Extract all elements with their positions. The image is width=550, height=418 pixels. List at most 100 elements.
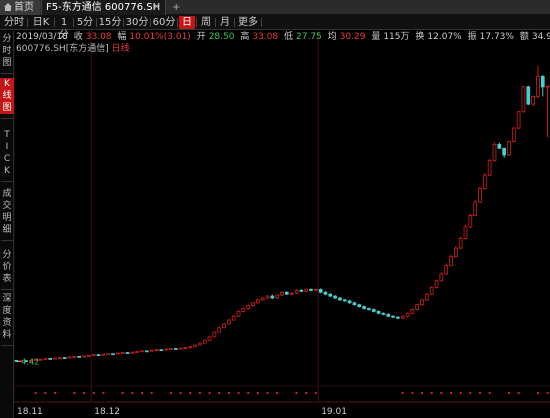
- side-nav-item-2[interactable]: TICK: [0, 129, 14, 177]
- candle-body: [376, 311, 381, 314]
- signal-dot: [34, 392, 37, 394]
- candle-body: [304, 288, 308, 292]
- candle-body: [400, 315, 405, 319]
- side-nav-item-4[interactable]: 分价表: [0, 249, 14, 285]
- candle-body: [545, 85, 550, 88]
- candle-body: [62, 357, 67, 359]
- candle-body: [453, 247, 458, 258]
- signal-dot: [305, 392, 308, 394]
- side-nav-item-1[interactable]: K线图: [0, 78, 14, 114]
- candle-body: [463, 226, 468, 239]
- period-8[interactable]: 周: [198, 16, 214, 29]
- toolbar-divider: [96, 18, 97, 27]
- candlestick-chart[interactable]: 4.4218.1118.1219.0119.0219.03: [14, 30, 550, 418]
- period-2[interactable]: 1分: [56, 16, 72, 41]
- side-nav-char: 成: [2, 189, 12, 199]
- signal-dot: [92, 392, 95, 394]
- stock-name: [东方通信]: [65, 44, 109, 54]
- candle-body: [410, 309, 415, 314]
- candle-body: [347, 300, 352, 304]
- open-value: 28.50: [208, 32, 235, 42]
- signal-dot: [227, 392, 230, 394]
- side-nav-divider: [1, 345, 13, 346]
- period-7[interactable]: 日: [179, 16, 195, 29]
- candle-body: [43, 358, 48, 360]
- period-9[interactable]: 月: [217, 16, 233, 29]
- tab-home-label: 首页: [14, 2, 34, 13]
- signal-dot: [411, 392, 414, 394]
- period-3[interactable]: 5分: [75, 16, 95, 29]
- close-label: 收: [73, 32, 83, 42]
- side-nav-char: 时: [2, 46, 12, 56]
- tab-bar: 首页 F5-东方通信 600776.SH ✕ +: [0, 0, 550, 15]
- candle-body: [425, 293, 429, 301]
- x-tick-label: 18.11: [17, 407, 43, 417]
- candle-body: [328, 293, 333, 297]
- candle-body: [265, 295, 270, 299]
- candle-body: [526, 86, 531, 105]
- high-value: 33.08: [252, 32, 279, 42]
- signal-dot: [421, 392, 424, 394]
- candle-body: [140, 350, 144, 353]
- candle-body: [111, 353, 115, 356]
- open-label: 开: [196, 32, 206, 42]
- amplitude-label: 振: [467, 32, 477, 42]
- candle-body: [540, 75, 545, 88]
- candle-body: [198, 342, 202, 346]
- toolbar-divider: [196, 18, 197, 27]
- period-toolbar: 分时 日K 1分 5分 15分 30分 60分日周月更多: [0, 15, 550, 41]
- period-6[interactable]: 60分: [152, 16, 176, 29]
- candle-body: [429, 287, 434, 295]
- signal-dot: [536, 392, 539, 394]
- close-icon[interactable]: ✕: [153, 0, 161, 15]
- period-5[interactable]: 30分: [125, 16, 149, 29]
- signal-dot: [73, 392, 76, 394]
- signal-dot: [179, 392, 182, 394]
- change-value: 10.01%(3.01): [129, 32, 191, 42]
- signal-dot: [189, 392, 192, 394]
- candle-body: [386, 313, 391, 317]
- candle-body: [86, 355, 91, 357]
- candle-body: [144, 350, 149, 353]
- period-1[interactable]: 日K: [29, 16, 53, 29]
- toolbar-divider: [261, 18, 262, 27]
- avg-label: 均: [327, 32, 337, 42]
- period-10[interactable]: 更多: [236, 16, 260, 29]
- close-value: 33.08: [85, 32, 112, 42]
- period-4[interactable]: 15分: [98, 16, 122, 29]
- candle-body: [511, 127, 516, 142]
- candle-body: [193, 344, 197, 348]
- candle-body: [323, 291, 328, 295]
- candle-body: [507, 141, 511, 156]
- candle-body: [125, 352, 130, 354]
- candle-body: [434, 280, 439, 288]
- tab-home[interactable]: 首页: [0, 0, 40, 15]
- candle-body: [299, 289, 304, 292]
- signal-dot: [459, 392, 462, 394]
- period-0[interactable]: 分时: [2, 16, 26, 29]
- signal-dot: [247, 392, 250, 394]
- side-nav-item-3[interactable]: 成交明细: [0, 188, 14, 236]
- side-nav-char: 图: [2, 103, 12, 113]
- side-nav-item-0[interactable]: 分时图: [0, 33, 14, 69]
- candle-body: [396, 316, 400, 319]
- side-nav-char: 细: [2, 225, 12, 235]
- tab-stock[interactable]: F5-东方通信 600776.SH ✕: [41, 0, 166, 15]
- side-nav-divider: [1, 118, 13, 119]
- candle-body: [120, 352, 125, 354]
- add-tab-icon[interactable]: +: [168, 0, 182, 15]
- candle-body: [96, 354, 101, 357]
- signal-dot: [131, 392, 134, 394]
- signal-dot: [450, 392, 453, 394]
- side-nav-item-5[interactable]: 深度资料: [0, 293, 14, 341]
- candle-body: [72, 355, 77, 358]
- candle-body: [439, 273, 444, 282]
- candle-body: [458, 238, 463, 249]
- candle-body: [536, 75, 540, 97]
- signal-dot: [54, 392, 57, 394]
- candle-body: [202, 339, 207, 344]
- signal-dot: [150, 392, 153, 394]
- candle-body: [77, 355, 82, 358]
- low-value: 27.75: [296, 32, 322, 42]
- candle-body: [482, 174, 487, 189]
